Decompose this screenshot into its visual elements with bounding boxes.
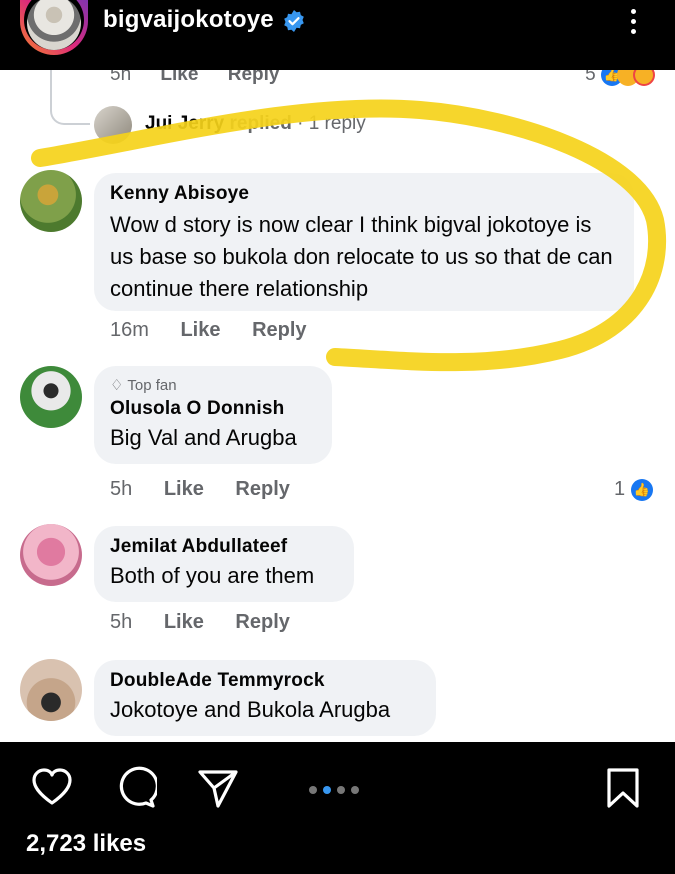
carousel-indicator xyxy=(306,781,362,799)
prev-reply-button[interactable]: Reply xyxy=(228,70,280,85)
prev-like-button[interactable]: Like xyxy=(160,70,198,85)
post-header: bigvaijokotoye xyxy=(0,0,675,70)
more-options-icon[interactable] xyxy=(624,6,642,40)
reply-button[interactable]: Reply xyxy=(235,478,289,500)
comment-text: Jokotoye and Bukola Arugba xyxy=(110,697,391,722)
comment-actions: 5h Like Reply xyxy=(110,478,316,501)
save-icon[interactable] xyxy=(601,766,645,810)
post-image: 5h Like Reply 5 👍 Jui Jerry replied · 1 … xyxy=(0,70,675,742)
top-fan-badge: ♢ Top fan xyxy=(110,376,316,394)
commenter-avatar[interactable] xyxy=(20,524,82,586)
commenter-name[interactable]: Kenny Abisoye xyxy=(110,183,618,205)
comment-text: Big Val and Arugba xyxy=(110,425,297,450)
reply-thread-link[interactable]: Jui Jerry replied · 1 reply xyxy=(145,113,366,135)
thread-line xyxy=(50,70,90,125)
reply-button[interactable]: Reply xyxy=(252,319,306,341)
comment-bubble: DoubleAde Temmyrock Jokotoye and Bukola … xyxy=(94,660,436,736)
reply-avatar[interactable] xyxy=(94,106,132,144)
post-username[interactable]: bigvaijokotoye xyxy=(103,6,274,34)
verified-badge-icon xyxy=(284,10,304,32)
comment-text: Both of you are them xyxy=(110,563,315,588)
comment-time: 16m xyxy=(110,319,149,341)
reply-button[interactable]: Reply xyxy=(235,611,289,633)
top-fan-label: Top fan xyxy=(127,377,177,394)
comment-icon[interactable] xyxy=(113,766,157,810)
comment-bubble: Jemilat Abdullateef Both of you are them xyxy=(94,526,354,602)
reply-author: Jui Jerry xyxy=(145,113,225,134)
prev-reactions: 5 👍 xyxy=(585,70,655,86)
prev-comment-time: 5h xyxy=(110,70,132,85)
reply-count: · 1 reply xyxy=(297,113,366,134)
like-button[interactable]: Like xyxy=(164,611,204,633)
share-icon[interactable] xyxy=(196,766,240,810)
reaction-count: 1 xyxy=(614,478,626,500)
prev-comment-actions: 5h Like Reply xyxy=(110,70,303,86)
diamond-icon: ♢ xyxy=(110,377,124,394)
comment-text: Wow d story is now clear I think bigval … xyxy=(110,212,613,301)
commenter-name[interactable]: Jemilat Abdullateef xyxy=(110,536,338,558)
comment-time: 5h xyxy=(110,611,133,633)
like-button[interactable]: Like xyxy=(164,478,204,500)
comment-time: 5h xyxy=(110,478,133,500)
comment-bubble: ♢ Top fan Olusola O Donnish Big Val and … xyxy=(94,366,332,464)
heart-icon[interactable] xyxy=(30,766,74,810)
care-reaction-icon xyxy=(633,70,655,86)
comment-actions: 5h Like Reply xyxy=(110,611,316,634)
comment-bubble: Kenny Abisoye Wow d story is now clear I… xyxy=(94,173,634,311)
prev-reaction-count: 5 xyxy=(585,70,596,86)
commenter-name[interactable]: Olusola O Donnish xyxy=(110,398,316,420)
post-actions-bar: 2,723 likes xyxy=(0,742,675,874)
commenter-avatar[interactable] xyxy=(20,659,82,721)
commenter-avatar[interactable] xyxy=(20,366,82,428)
comment-reactions[interactable]: 1 👍 xyxy=(614,478,653,501)
reply-verb: replied xyxy=(229,113,292,134)
commenter-name[interactable]: DoubleAde Temmyrock xyxy=(110,670,420,692)
commenter-avatar[interactable] xyxy=(20,170,82,232)
like-reaction-icon: 👍 xyxy=(630,478,653,501)
like-button[interactable]: Like xyxy=(180,319,220,341)
like-count[interactable]: 2,723 likes xyxy=(26,830,146,858)
comment-actions: 16m Like Reply xyxy=(110,319,333,342)
